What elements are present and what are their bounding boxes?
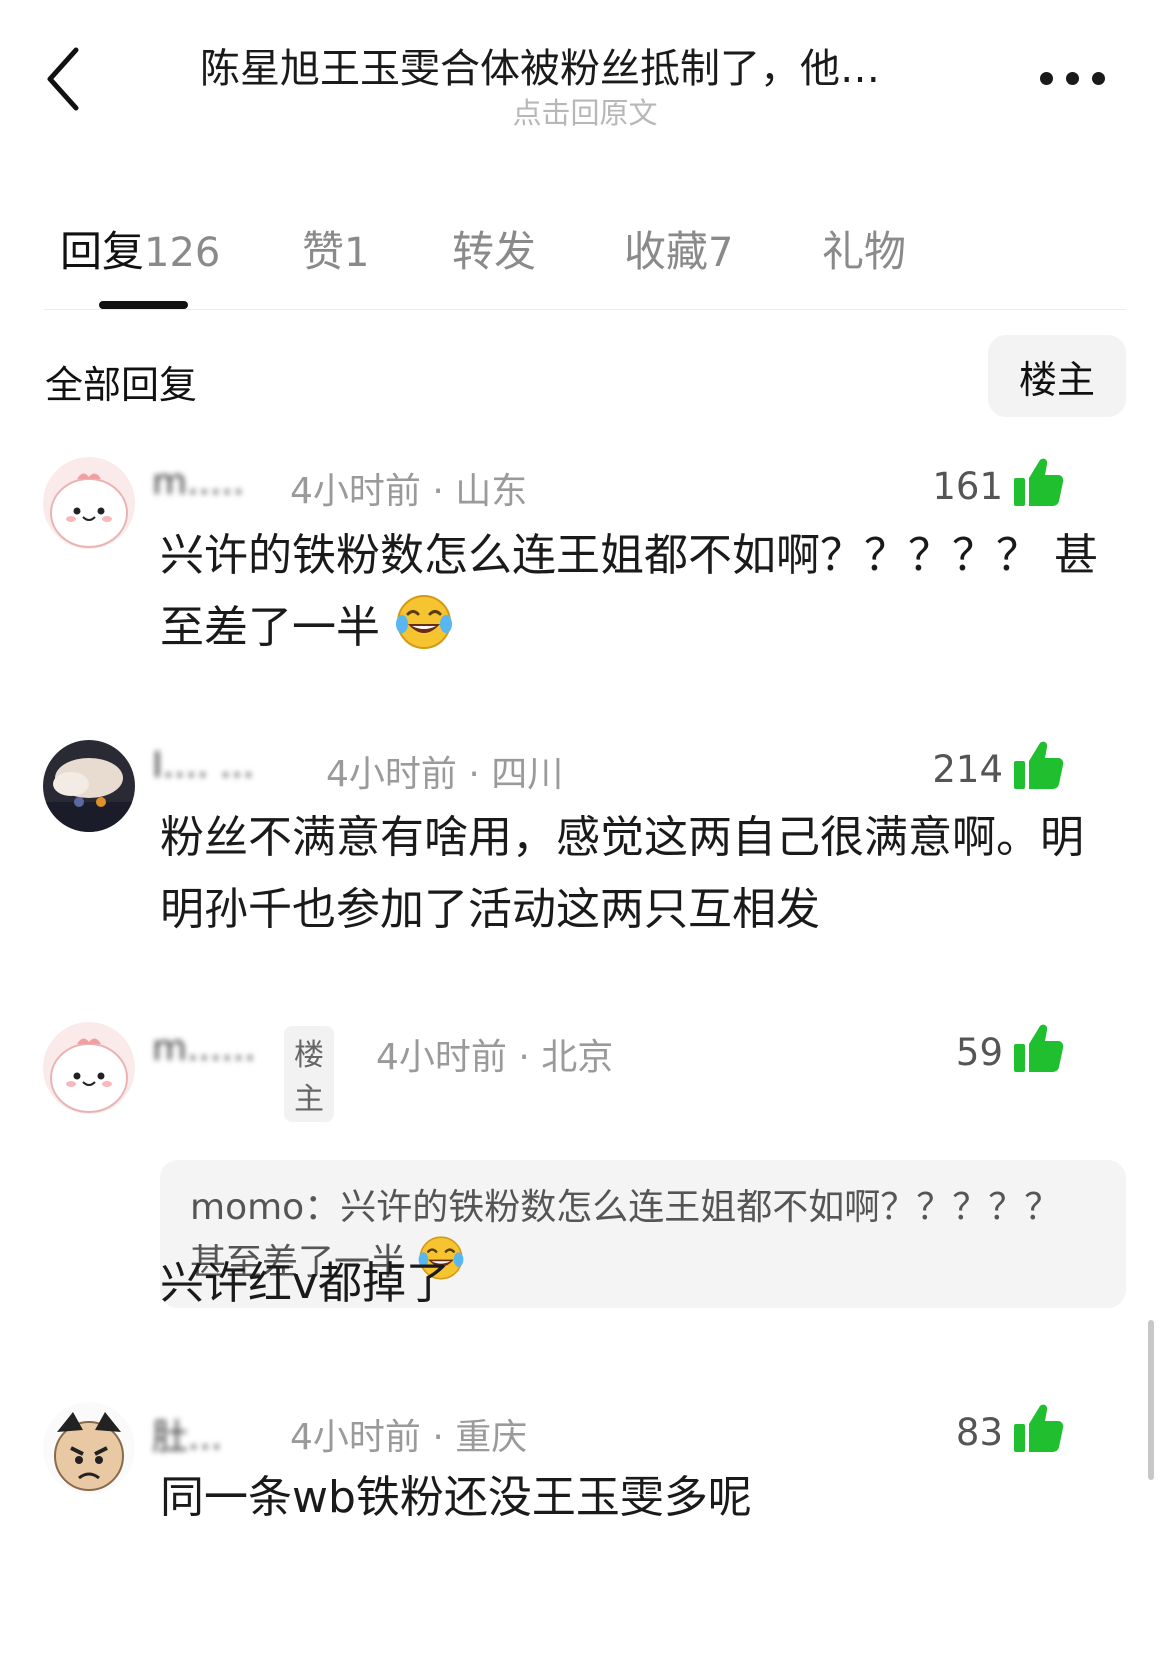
back-to-original-link[interactable]: 点击回原文 [0, 90, 1170, 132]
op-only-filter-button[interactable]: 楼主 [988, 335, 1126, 417]
tab-label: 转发 [452, 227, 537, 276]
scrollbar[interactable] [1148, 1320, 1154, 1480]
like-count: 214 [932, 748, 1003, 791]
more-dots-icon[interactable] [1040, 66, 1110, 90]
user-avatar-image [43, 457, 135, 549]
avatar[interactable] [43, 740, 135, 832]
thumbs-up-icon[interactable] [1012, 456, 1064, 508]
laughing-tears-emoji [394, 592, 454, 652]
tab-count: 126 [144, 230, 221, 276]
thumbs-up-icon[interactable] [1012, 1022, 1064, 1074]
comment-text[interactable]: 兴许的铁粉数怎么连王姐都不如啊？？？？？ 甚至差了一半 [160, 520, 1110, 664]
post-title[interactable]: 陈星旭王玉雯合体被粉丝抵制了，他… [200, 36, 980, 94]
avatar[interactable] [43, 1402, 135, 1494]
like-count: 59 [955, 1031, 1003, 1074]
tab-replies[interactable]: 回复126 [60, 218, 220, 279]
tab-likes[interactable]: 赞1 [302, 218, 369, 279]
active-tab-indicator [99, 301, 188, 309]
user-avatar-image [43, 740, 135, 832]
tab-favorites[interactable]: 收藏7 [624, 218, 733, 279]
thumbs-up-icon[interactable] [1012, 739, 1064, 791]
tab-label: 收藏 [624, 227, 709, 276]
time-location: 4小时前 · 山东 [290, 471, 528, 512]
user-name[interactable]: 肚... [152, 1408, 222, 1460]
tab-label: 回复 [60, 227, 145, 276]
section-title: 全部回复 [45, 363, 198, 407]
time-location: 4小时前 · 北京 [376, 1037, 614, 1078]
tab-label: 赞 [302, 227, 345, 276]
like-count: 161 [932, 465, 1003, 508]
avatar[interactable] [43, 1022, 135, 1114]
quote-author: momo： [190, 1187, 341, 1228]
comment-text-content: 兴许的铁粉数怎么连王姐都不如啊？？？？？ 甚至差了一半 [160, 530, 1098, 653]
tab-gifts[interactable]: 礼物 [822, 218, 906, 279]
tab-label: 礼物 [822, 227, 907, 276]
user-name[interactable]: m...... [152, 1028, 256, 1069]
thumbs-up-icon[interactable] [1012, 1402, 1064, 1454]
time-location: 4小时前 · 重庆 [290, 1417, 528, 1458]
comment-text[interactable]: 兴许红v都掉了 [160, 1248, 1110, 1320]
user-avatar-image [43, 1402, 135, 1494]
user-name[interactable]: m..... [152, 462, 244, 503]
comment-text[interactable]: 粉丝不满意有啥用，感觉这两自己很满意啊。明明孙千也参加了活动这两只互相发 [160, 802, 1110, 946]
divider [44, 309, 1126, 310]
user-avatar-image [43, 1022, 135, 1114]
like-count: 83 [955, 1411, 1003, 1454]
tab-reposts[interactable]: 转发 [452, 218, 536, 279]
time-location: 4小时前 · 四川 [326, 754, 564, 795]
avatar[interactable] [43, 457, 135, 549]
comment-text[interactable]: 同一条wb铁粉还没王玉雯多呢 [160, 1462, 1110, 1534]
tab-count: 7 [708, 230, 734, 276]
tab-count: 1 [344, 230, 370, 276]
op-badge: 楼主 [284, 1026, 334, 1122]
user-name[interactable]: I.... ... [152, 745, 254, 786]
